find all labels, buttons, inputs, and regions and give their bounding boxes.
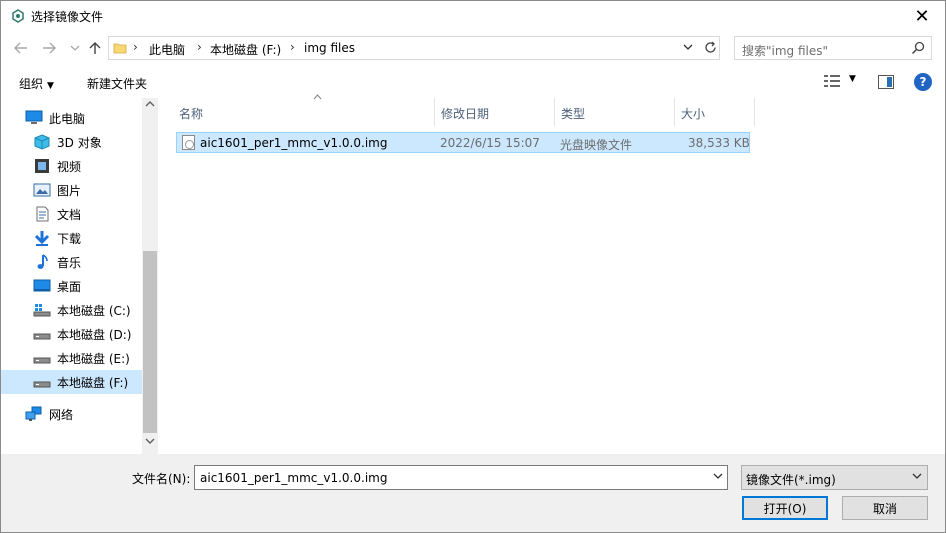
app-icon bbox=[12, 9, 24, 23]
sidebar-item-label: 本地磁盘 (C:) bbox=[57, 303, 131, 318]
sidebar-item-label: 视频 bbox=[57, 159, 82, 174]
file-row[interactable]: aic1601_per1_mmc_v1.0.0.img 2022/6/15 15… bbox=[176, 132, 750, 153]
scroll-up-icon[interactable] bbox=[145, 100, 155, 111]
bottom-panel: 文件名(N): aic1601_per1_mmc_v1.0.0.img 镜像文件… bbox=[1, 454, 945, 532]
up-folder-icon[interactable] bbox=[85, 37, 105, 59]
breadcrumb-img-files[interactable]: img files bbox=[304, 41, 355, 55]
search-placeholder: 搜索"img files" bbox=[742, 44, 829, 58]
breadcrumb-drive-f[interactable]: 本地磁盘 (F:) bbox=[210, 41, 281, 58]
sidebar-item-label: 文档 bbox=[57, 207, 82, 222]
column-header-label: 名称 bbox=[179, 107, 204, 121]
filename-dropdown-icon[interactable] bbox=[713, 472, 723, 483]
back-icon[interactable] bbox=[11, 37, 31, 59]
forward-icon[interactable] bbox=[39, 37, 59, 59]
cancel-button[interactable]: 取消 bbox=[842, 496, 928, 520]
computer-icon bbox=[25, 110, 43, 124]
sidebar-item-label: 网络 bbox=[49, 407, 74, 422]
filename-value: aic1601_per1_mmc_v1.0.0.img bbox=[200, 471, 388, 485]
filetype-value: 镜像文件(*.img) bbox=[746, 473, 836, 487]
column-header-name[interactable]: 名称 bbox=[173, 94, 435, 126]
column-header-size[interactable]: 大小 bbox=[675, 98, 755, 126]
breadcrumb-this-pc[interactable]: 此电脑 bbox=[149, 41, 185, 58]
sidebar-item-label: 此电脑 bbox=[49, 111, 86, 126]
refresh-icon[interactable] bbox=[701, 36, 719, 58]
file-list: 名称 修改日期 类型 大小 aic1601_per1_mmc_v1.0.0.im… bbox=[159, 94, 945, 454]
toolbar: 组织 ▼ 新建文件夹 bbox=[1, 67, 945, 97]
file-size: 38,533 KB bbox=[688, 136, 750, 150]
breadcrumb-separator: › bbox=[197, 40, 202, 54]
download-icon bbox=[34, 231, 50, 246]
folder-icon bbox=[113, 43, 127, 54]
scroll-down-icon[interactable] bbox=[145, 437, 155, 448]
network-icon bbox=[25, 406, 42, 421]
address-dropdown-icon[interactable] bbox=[683, 41, 697, 55]
drive-icon bbox=[33, 381, 51, 388]
file-type: 光盘映像文件 bbox=[560, 138, 633, 152]
help-icon[interactable]: ? bbox=[914, 73, 932, 91]
sidebar-item-label: 桌面 bbox=[57, 279, 82, 294]
file-name: aic1601_per1_mmc_v1.0.0.img bbox=[200, 136, 388, 150]
filetype-select[interactable]: 镜像文件(*.img) bbox=[741, 465, 928, 490]
open-button[interactable]: 打开(O) bbox=[742, 496, 828, 520]
desktop-icon bbox=[33, 279, 51, 292]
system-drive-icon bbox=[33, 304, 51, 317]
search-icon[interactable] bbox=[911, 41, 925, 55]
recent-locations-icon[interactable] bbox=[65, 37, 85, 59]
sidebar-item-drive-f[interactable]: 本地磁盘 (F:) bbox=[1, 370, 142, 394]
3d-objects-icon bbox=[34, 134, 50, 150]
column-header-modified[interactable]: 修改日期 bbox=[435, 98, 555, 126]
filetype-dropdown-icon[interactable] bbox=[912, 472, 922, 483]
sidebar-item-label: 3D 对象 bbox=[57, 135, 102, 150]
file-modified: 2022/6/15 15:07 bbox=[440, 136, 540, 150]
music-icon bbox=[37, 254, 48, 269]
view-options-icon[interactable] bbox=[824, 74, 840, 88]
view-dropdown-icon[interactable]: ▼ bbox=[849, 74, 856, 84]
sidebar-scrollbar[interactable] bbox=[142, 98, 158, 454]
title-bar: 选择镜像文件 ✕ bbox=[1, 1, 945, 31]
organize-button[interactable]: 组织 ▼ bbox=[19, 75, 54, 92]
sidebar-item-label: 本地磁盘 (E:) bbox=[57, 351, 130, 366]
sort-ascending-icon bbox=[313, 92, 322, 103]
disc-image-icon bbox=[182, 135, 195, 150]
sidebar-item-label: 图片 bbox=[57, 183, 82, 198]
window-title: 选择镜像文件 bbox=[31, 10, 104, 24]
sidebar-item-label: 本地磁盘 (F:) bbox=[57, 375, 129, 390]
preview-pane-icon[interactable] bbox=[878, 75, 894, 89]
scrollbar-thumb[interactable] bbox=[143, 251, 157, 433]
breadcrumb-separator: › bbox=[290, 40, 295, 54]
sidebar-item-label: 音乐 bbox=[57, 255, 82, 270]
close-icon[interactable]: ✕ bbox=[899, 1, 945, 31]
sidebar-item-label: 本地磁盘 (D:) bbox=[57, 327, 132, 342]
file-open-dialog: 选择镜像文件 ✕ › 此电脑 › 本地磁盘 (F:) › img files 搜… bbox=[0, 0, 946, 533]
navigation-pane: 此电脑 3D 对象 视频 图片 文档 下载 音乐 桌面 本地磁盘 (C:) 本地… bbox=[1, 98, 158, 454]
new-folder-button[interactable]: 新建文件夹 bbox=[87, 75, 147, 92]
video-icon bbox=[35, 159, 49, 173]
sidebar-item-label: 下载 bbox=[57, 231, 82, 246]
drive-icon bbox=[33, 357, 51, 364]
filename-label: 文件名(N): bbox=[132, 472, 191, 486]
picture-icon bbox=[33, 183, 51, 197]
column-header-type[interactable]: 类型 bbox=[555, 98, 675, 126]
drive-icon bbox=[33, 333, 51, 340]
filename-input[interactable]: aic1601_per1_mmc_v1.0.0.img bbox=[194, 465, 728, 490]
search-box[interactable]: 搜索"img files" bbox=[734, 36, 932, 60]
document-icon bbox=[36, 206, 49, 222]
address-bar[interactable]: › 此电脑 › 本地磁盘 (F:) › img files bbox=[108, 36, 720, 60]
breadcrumb-separator: › bbox=[133, 40, 138, 54]
